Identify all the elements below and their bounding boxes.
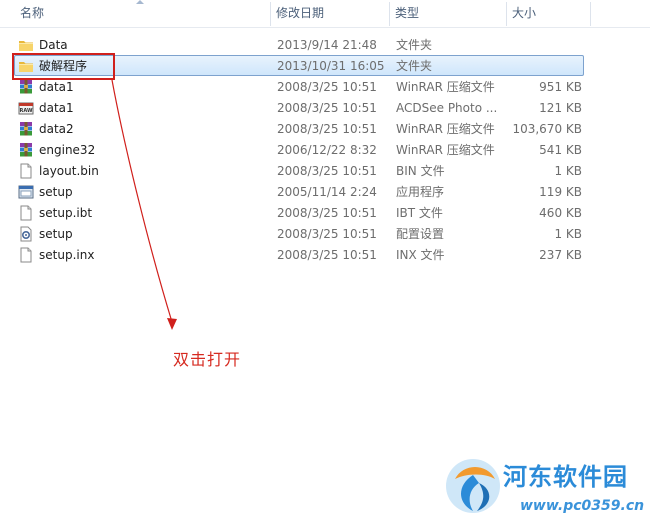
site-logo-icon [446, 459, 500, 513]
file-date: 2005/11/14 2:24 [277, 185, 377, 199]
file-type: INX 文件 [396, 248, 445, 262]
file-date: 2008/3/25 10:51 [277, 122, 377, 136]
file-row[interactable]: setup 2005/11/14 2:24 应用程序 119 KB [14, 181, 584, 202]
watermark-site-name: 河东软件园 [503, 462, 628, 491]
sort-ascending-icon [136, 0, 144, 4]
file-date: 2008/3/25 10:51 [277, 101, 377, 115]
file-type: 文件夹 [396, 59, 433, 73]
file-name: data1 [39, 101, 74, 115]
column-header-size-label: 大小 [512, 6, 537, 20]
file-icon [18, 247, 34, 263]
file-type: WinRAR 压缩文件 [396, 122, 495, 136]
file-type: 应用程序 [396, 185, 445, 199]
file-name: setup.inx [39, 248, 95, 262]
file-size: 541 KB [539, 143, 582, 157]
file-icon [18, 205, 34, 221]
config-gear-icon [18, 226, 34, 242]
svg-text:RAW: RAW [19, 108, 32, 114]
file-size: 103,670 KB [512, 122, 582, 136]
winrar-icon [18, 142, 34, 158]
file-size [510, 56, 582, 75]
file-type: 文件夹 [396, 38, 433, 52]
file-type: WinRAR 压缩文件 [396, 143, 495, 157]
file-name: data2 [39, 122, 74, 136]
column-header-name-label: 名称 [20, 6, 45, 20]
file-date: 2008/3/25 10:51 [277, 248, 377, 262]
highlight-box [12, 53, 115, 80]
watermark-url: www.pc0359.cn [520, 498, 645, 514]
file-size: 1 KB [554, 164, 582, 178]
column-header-date-label: 修改日期 [276, 6, 325, 20]
file-date: 2006/12/22 8:32 [277, 143, 377, 157]
file-name: engine32 [39, 143, 96, 157]
file-size: 951 KB [539, 80, 582, 94]
file-row[interactable]: data2 2008/3/25 10:51 WinRAR 压缩文件 103,670 K… [14, 118, 584, 139]
file-date: 2008/3/25 10:51 [277, 80, 377, 94]
file-row[interactable]: engine32 2006/12/22 8:32 WinRAR 压缩文件 541 KB [14, 139, 584, 160]
file-name: Data [39, 38, 68, 52]
setup-exe-icon [18, 184, 34, 200]
file-row[interactable]: Data 2013/9/14 21:48 文件夹 [14, 34, 584, 55]
file-type: ACDSee Photo ... [396, 101, 498, 115]
file-size: 237 KB [539, 248, 582, 262]
file-type: WinRAR 压缩文件 [396, 80, 495, 94]
column-header-size[interactable]: 大小 [506, 0, 590, 26]
column-header-empty [590, 0, 650, 26]
file-type: IBT 文件 [396, 206, 443, 220]
file-type: 配置设置 [396, 227, 445, 241]
file-date: 2013/10/31 16:05 [277, 59, 385, 73]
column-header-type-label: 类型 [395, 6, 420, 20]
file-row[interactable]: layout.bin 2008/3/25 10:51 BIN 文件 1 KB [14, 160, 584, 181]
file-name: layout.bin [39, 164, 99, 178]
file-date: 2008/3/25 10:51 [277, 164, 377, 178]
winrar-icon [18, 121, 34, 137]
file-row[interactable]: RAW data1 2008/3/25 10:51 ACDSee Photo ... 1… [14, 97, 584, 118]
file-size: 119 KB [539, 185, 582, 199]
acdsee-raw-icon: RAW [18, 100, 34, 116]
file-row[interactable]: setup.inx 2008/3/25 10:51 INX 文件 237 KB [14, 244, 584, 265]
column-header-type[interactable]: 类型 [389, 0, 506, 26]
file-date: 2008/3/25 10:51 [277, 206, 377, 220]
file-date: 2013/9/14 21:48 [277, 38, 377, 52]
column-header-date[interactable]: 修改日期 [270, 0, 389, 26]
file-name: setup.ibt [39, 206, 93, 220]
file-date: 2008/3/25 10:51 [277, 227, 377, 241]
file-size: 460 KB [539, 206, 582, 220]
file-size: 1 KB [554, 227, 582, 241]
file-size [510, 35, 582, 54]
file-type: BIN 文件 [396, 164, 445, 178]
file-icon [18, 163, 34, 179]
file-name: setup [39, 227, 73, 241]
file-row[interactable]: setup 2008/3/25 10:51 配置设置 1 KB [14, 223, 584, 244]
winrar-icon [18, 79, 34, 95]
annotation-double-click-text: 双击打开 [173, 350, 242, 369]
file-name: setup [39, 185, 73, 199]
file-row[interactable]: setup.ibt 2008/3/25 10:51 IBT 文件 460 KB [14, 202, 584, 223]
file-size: 121 KB [539, 101, 582, 115]
column-header: 名称 修改日期 类型 大小 [0, 0, 650, 28]
folder-icon [18, 37, 34, 53]
